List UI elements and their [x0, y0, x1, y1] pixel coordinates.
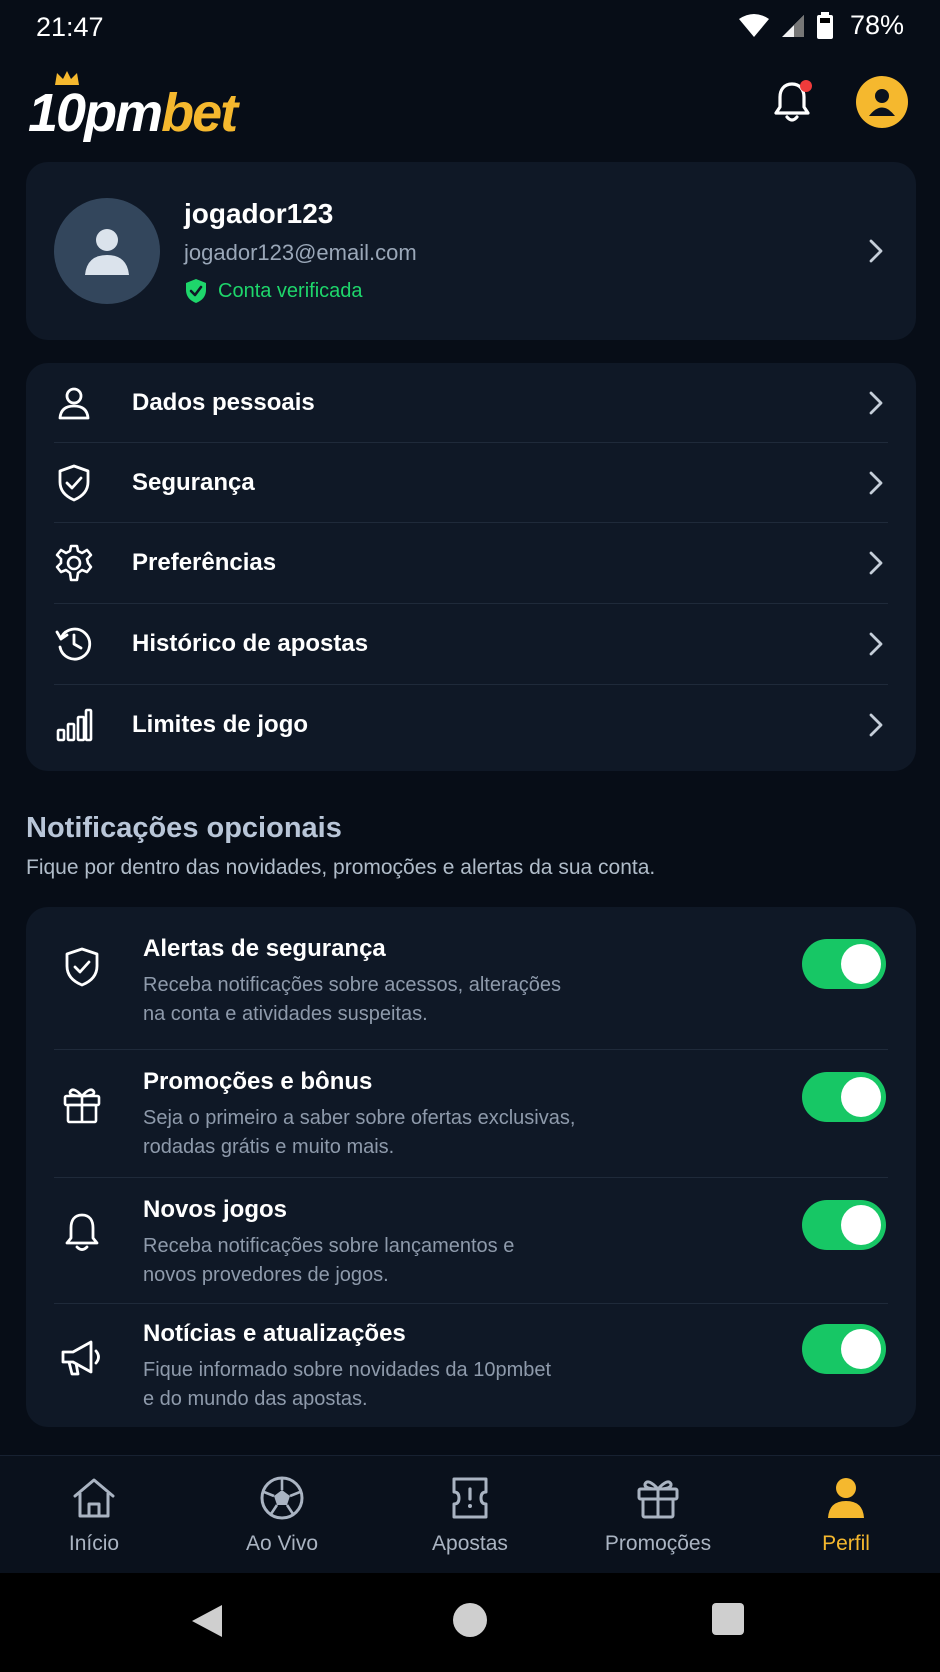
nav-item-live[interactable]: Ao Vivo [188, 1456, 376, 1574]
chevron-right-icon [869, 239, 883, 263]
notification-settings: Alertas de segurança Receba notificações… [26, 907, 916, 1427]
news-toggle[interactable] [802, 1324, 886, 1374]
notif-item-promotions: Promoções e bônus Seja o primeiro a sabe… [26, 1050, 916, 1176]
section-title: Notificações opcionais [26, 812, 342, 844]
gear-icon [52, 541, 96, 585]
person-icon [822, 1474, 870, 1522]
person-icon [869, 89, 895, 116]
nav-label: Promoções [604, 1532, 712, 1555]
nav-item-bets[interactable]: Apostas [376, 1456, 564, 1574]
notif-title: Alertas de segurança [143, 935, 386, 962]
shield-check-icon [52, 461, 96, 505]
status-time: 21:47 [36, 12, 104, 42]
notifications-button[interactable] [766, 76, 818, 128]
menu-item-label: Dados pessoais [132, 389, 315, 416]
wifi-icon [738, 13, 769, 37]
ticket-icon [446, 1474, 494, 1522]
menu-item-label: Histórico de apostas [132, 630, 369, 657]
verified-shield-icon [186, 279, 206, 303]
account-menu: Dados pessoais Segurança Preferências Hi… [26, 363, 916, 771]
account-avatar-button[interactable] [856, 76, 908, 128]
section-subtitle: Fique por dentro das novidades, promoçõe… [26, 856, 656, 879]
bar-chart-icon [52, 703, 96, 747]
notif-description: Receba notificações sobre acessos, alter… [143, 974, 562, 1025]
soccer-ball-icon [258, 1474, 306, 1522]
notif-description: Receba notificações sobre lançamentos en… [143, 1235, 515, 1286]
person-icon [52, 381, 96, 425]
back-icon[interactable] [190, 1603, 224, 1639]
menu-item-security[interactable]: Segurança [26, 443, 916, 523]
person-icon [85, 229, 129, 275]
chevron-right-icon [869, 471, 883, 495]
notif-title: Notícias e atualizações [143, 1320, 406, 1347]
signal-icon [781, 14, 804, 37]
recent-apps-button[interactable] [712, 1603, 744, 1635]
new-games-toggle[interactable] [802, 1200, 886, 1250]
menu-item-label: Limites de jogo [132, 711, 309, 738]
toggle-knob [841, 1329, 881, 1369]
menu-item-personal-data[interactable]: Dados pessoais [26, 363, 916, 443]
nav-label: Ao Vivo [246, 1532, 318, 1555]
battery-icon [816, 11, 833, 39]
profile-email: jogador123@email.com [184, 240, 417, 265]
toggle-knob [841, 1205, 881, 1245]
chevron-right-icon [869, 632, 883, 656]
notif-item-news: Notícias e atualizações Fique informado … [26, 1304, 916, 1427]
menu-item-label: Segurança [132, 469, 255, 496]
notif-title: Novos jogos [143, 1196, 288, 1223]
battery-percent: 78% [849, 10, 904, 40]
verified-label: Conta verificada [218, 279, 363, 302]
chevron-right-icon [869, 713, 883, 737]
history-icon [52, 622, 96, 666]
bottom-navigation: Início Ao Vivo Apostas Promoções Perfil [0, 1455, 940, 1573]
brand-logo[interactable]: 10pm bet [28, 71, 238, 143]
notification-dot [800, 80, 812, 92]
chevron-right-icon [869, 391, 883, 415]
home-icon [70, 1474, 118, 1522]
status-bar: 21:47 78% [0, 0, 940, 56]
notif-item-new-games: Novos jogos Receba notificações sobre la… [26, 1178, 916, 1304]
nav-item-profile[interactable]: Perfil [752, 1456, 940, 1574]
profile-card[interactable]: jogador123 jogador123@email.com Conta ve… [26, 162, 916, 340]
notif-description: Seja o primeiro a saber sobre ofertas ex… [143, 1107, 576, 1158]
chevron-right-icon [869, 551, 883, 575]
nav-label: Início [68, 1532, 120, 1555]
app-bar: 10pm bet [0, 62, 940, 146]
nav-item-promotions[interactable]: Promoções [564, 1456, 752, 1574]
nav-item-home[interactable]: Início [0, 1456, 188, 1574]
menu-item-preferences[interactable]: Preferências [26, 523, 916, 603]
nav-label: Perfil [822, 1532, 870, 1555]
notif-item-security-alerts: Alertas de segurança Receba notificações… [26, 907, 916, 1040]
gift-icon [634, 1474, 682, 1522]
notif-title: Promoções e bônus [143, 1068, 373, 1095]
bell-icon [58, 1208, 106, 1256]
logo-text-primary: 10pm [28, 83, 163, 143]
avatar [54, 198, 160, 304]
logo-text-accent: bet [161, 83, 238, 143]
verified-badge: Conta verificada [184, 278, 363, 304]
menu-item-gaming-limits[interactable]: Limites de jogo [26, 685, 916, 765]
system-navigation-bar [0, 1573, 940, 1672]
shield-check-icon [58, 943, 106, 991]
status-icons: 78% [738, 10, 904, 41]
menu-item-label: Preferências [132, 549, 277, 576]
profile-username: jogador123 [184, 198, 334, 229]
megaphone-icon [58, 1334, 106, 1382]
home-button[interactable] [453, 1603, 487, 1637]
promotions-toggle[interactable] [802, 1072, 886, 1122]
gift-icon [58, 1080, 106, 1128]
security-alerts-toggle[interactable] [802, 939, 886, 989]
nav-label: Apostas [432, 1532, 508, 1555]
toggle-knob [841, 1077, 881, 1117]
notif-description: Fique informado sobre novidades da 10pmb… [143, 1359, 552, 1410]
toggle-knob [841, 944, 881, 984]
crown-icon [55, 71, 79, 85]
menu-item-bet-history[interactable]: Histórico de apostas [26, 604, 916, 684]
